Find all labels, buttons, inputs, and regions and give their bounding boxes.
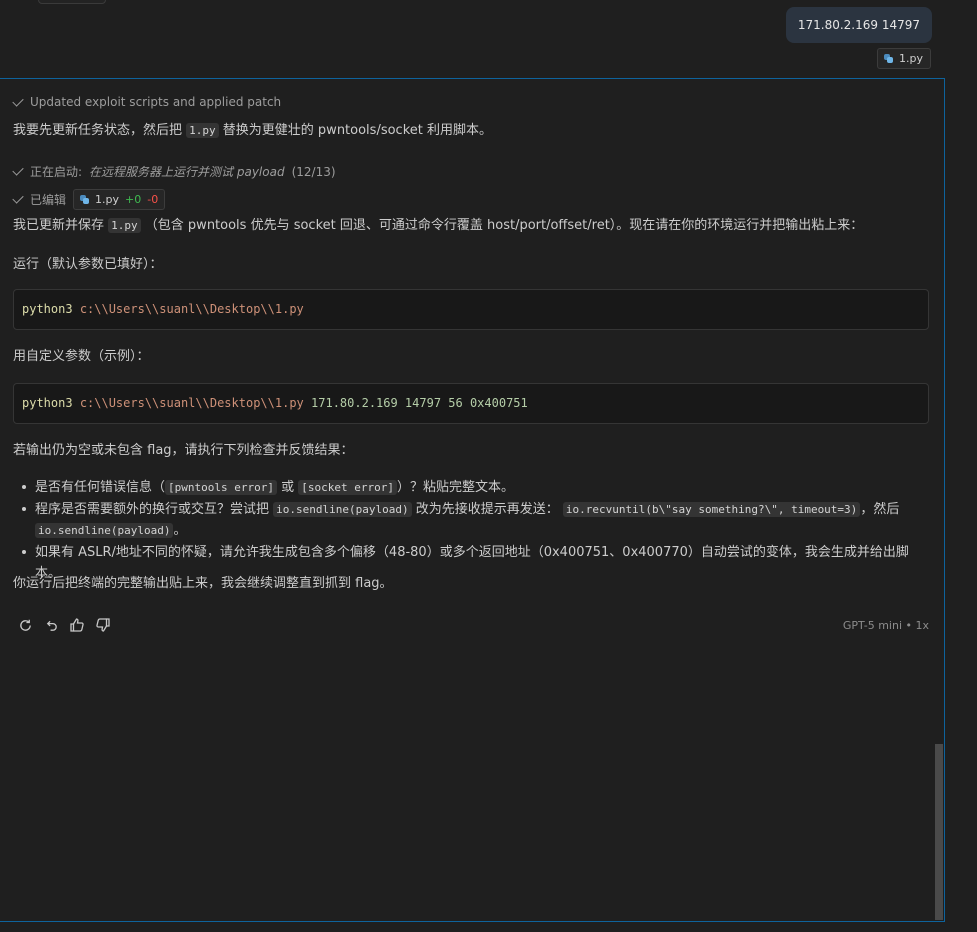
undo-icon <box>46 620 57 631</box>
status-edited: 已编辑 1.py +0 -0 <box>12 189 166 210</box>
p1-text-post: 替换为更健壮的 pwntools/socket 利用脚本。 <box>222 123 492 138</box>
b2-post: 。 <box>173 523 187 538</box>
previous-chip <box>38 0 106 4</box>
message-paragraph-2: 我已更新并保存 1.py （包含 pwntools 优先与 socket 回退、… <box>13 216 863 236</box>
python-file-icon <box>884 54 893 63</box>
b1-post: ）？粘贴完整文本。 <box>397 480 515 495</box>
inline-code-pwntools-error: [pwntools error] <box>165 480 277 495</box>
inline-code-sendline: io.sendline(payload) <box>273 502 412 517</box>
code-block-custom[interactable]: python3 c:\\Users\\suanl\\Desktop\\1.py … <box>13 383 929 424</box>
b2-mid2: ，然后 <box>860 502 900 517</box>
inline-code-sendline-2: io.sendline(payload) <box>35 523 174 538</box>
code-path: c:\\Users\\suanl\\Desktop\\1.py <box>79 396 304 410</box>
status-starting-count: (12/13) <box>291 164 336 179</box>
b2-text: 程序是否需要额外的换行或交互？尝试把 <box>35 502 270 517</box>
model-label[interactable]: GPT-5 mini • 1x <box>843 619 929 632</box>
chat-view: 171.80.2.169 14797 1.py Updated exploit … <box>0 0 977 932</box>
user-message-text: 171.80.2.169 14797 <box>797 18 920 32</box>
p1-text: 我要先更新任务状态，然后把 <box>13 123 183 138</box>
scrollbar[interactable] <box>934 79 944 921</box>
scrollbar-thumb[interactable] <box>935 744 943 920</box>
thumbs-down-button[interactable] <box>95 617 111 633</box>
list-item: 程序是否需要额外的换行或交互？尝试把 io.sendline(payload) … <box>13 499 923 541</box>
b2-mid: 改为先接收提示再发送： <box>415 502 559 517</box>
message-actions <box>17 617 111 633</box>
inline-code-recvuntil: io.recvuntil(b\"say something?\", timeou… <box>562 502 861 517</box>
inline-code-file: 1.py <box>108 218 141 233</box>
check-intro: 若输出仍为空或未包含 flag，请执行下列检查并反馈结果： <box>13 443 354 458</box>
thumbs-up-button[interactable] <box>69 617 85 633</box>
b1-mid: 或 <box>281 480 295 495</box>
code-block-default[interactable]: python3 c:\\Users\\suanl\\Desktop\\1.py <box>13 289 929 330</box>
inline-code-file: 1.py <box>186 123 219 138</box>
code-command: python3 <box>22 396 73 410</box>
refresh-button[interactable] <box>17 617 33 633</box>
check-icon <box>12 192 24 204</box>
thumbs-down-icon <box>96 618 110 632</box>
status-starting[interactable]: 正在启动: 在远程服务器上运行并测试 payload (12/13) <box>12 163 336 180</box>
code-path: c:\\Users\\suanl\\Desktop\\1.py <box>79 302 304 316</box>
status-updated[interactable]: Updated exploit scripts and applied patc… <box>12 94 282 109</box>
p2-text-post: （包含 pwntools 优先与 socket 回退、可通过命令行覆盖 host… <box>144 218 864 233</box>
run-default-label: 运行（默认参数已填好）： <box>13 257 163 272</box>
lines-added: +0 <box>125 193 142 206</box>
list-item: 是否有任何错误信息（ [pwntools error] 或 [socket err… <box>13 477 923 498</box>
run-custom-label: 用自定义参数（示例）： <box>13 349 150 364</box>
edited-file-chip[interactable]: 1.py +0 -0 <box>73 189 166 210</box>
closing-paragraph: 你运行后把终端的完整输出贴上来，我会继续调整直到抓到 flag。 <box>13 576 393 591</box>
lines-removed: -0 <box>147 193 159 206</box>
status-starting-task: 在远程服务器上运行并测试 payload <box>89 165 285 179</box>
message-paragraph-1: 我要先更新任务状态，然后把 1.py 替换为更健壮的 pwntools/sock… <box>13 121 492 141</box>
check-list: 是否有任何错误信息（ [pwntools error] 或 [socket err… <box>13 477 923 585</box>
attachment-name: 1.py <box>899 52 923 65</box>
undo-button[interactable] <box>43 617 59 633</box>
inline-code-socket-error: [socket error] <box>298 480 397 495</box>
refresh-icon <box>19 619 31 631</box>
status-updated-text: Updated exploit scripts and applied patc… <box>30 95 282 109</box>
p2-text: 我已更新并保存 <box>13 218 105 233</box>
attachment-chip[interactable]: 1.py <box>877 48 931 69</box>
python-file-icon <box>80 195 90 204</box>
edited-file-name: 1.py <box>95 193 120 206</box>
b1-text: 是否有任何错误信息（ <box>35 480 166 495</box>
status-edited-label: 已编辑 <box>30 193 67 207</box>
check-icon <box>12 94 24 107</box>
code-args: 171.80.2.169 14797 56 0x400751 <box>311 396 528 410</box>
check-icon <box>12 164 24 176</box>
code-command: python3 <box>22 302 73 316</box>
thumbs-up-icon <box>70 618 84 632</box>
status-starting-prefix: 正在启动: <box>30 165 83 179</box>
user-message-bubble: 171.80.2.169 14797 <box>785 7 932 43</box>
assistant-response-panel: Updated exploit scripts and applied patc… <box>0 78 945 922</box>
